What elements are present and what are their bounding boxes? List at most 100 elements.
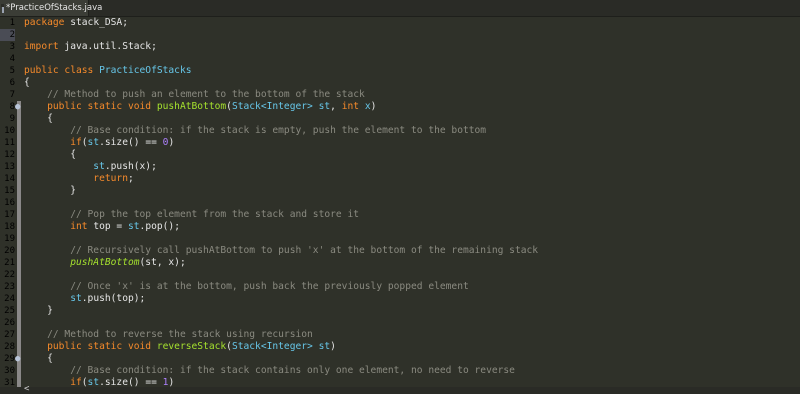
parameter: st [312,101,331,112]
variable: st [127,221,140,232]
method-call: pushAtBottom [24,257,140,268]
line-number: 27 [4,330,15,340]
line-number: 1 [9,18,15,28]
code-line: } [24,305,53,316]
code-text: ) [330,341,336,352]
code-line: { [24,77,30,88]
code-comment: // Method to reverse the stack using rec… [24,329,313,340]
method-name: reverseStack [151,341,227,352]
line-number: 24 [4,294,15,304]
tab-practice-of-stacks[interactable]: *PracticeOfStacks.java [0,0,102,16]
line-number: 14 [4,174,15,184]
line-number: 9 [9,114,15,124]
code-text: ) [370,101,377,112]
type-name: Stack<Integer> [231,341,313,352]
code-text: stack_DSA; [64,17,128,28]
line-number: 29 [4,354,15,364]
parameter: x [359,101,371,112]
code-comment: // Pop the top element from the stack an… [24,209,360,220]
code-line: return; [24,173,134,185]
line-number: 3 [9,42,15,52]
code-line: { [24,149,76,160]
line-number-gutter[interactable]: 1 2 3 4 5 6 7 8 9 10 11 12 13 14 15 16 1… [0,17,21,388]
code-line: public static void reverseStack(Stack<In… [24,341,336,353]
line-number: 25 [4,306,15,316]
code-text: .size() == [99,137,163,148]
editor-tab-bar: *PracticeOfStacks.java [0,0,800,17]
keyword: int [341,101,360,112]
line-number: 23 [4,282,15,292]
method-name: pushAtBottom [151,101,227,112]
line-number: 2 [0,29,15,41]
keyword: int [24,221,88,232]
variable: st [87,137,100,148]
line-number: 17 [4,210,15,220]
code-line: } [24,185,76,196]
line-number: 26 [4,318,15,328]
code-line: pushAtBottom(st, x); [24,257,186,269]
code-text: .pop(); [139,221,180,232]
code-comment: // Method to push an element to the bott… [24,89,365,100]
keyword: if [24,137,82,148]
line-number: 6 [9,78,15,88]
line-number: 15 [4,186,15,196]
line-number: 4 [9,54,15,64]
class-name: PracticeOfStacks [93,65,192,76]
code-line: int top = st.pop(); [24,221,180,233]
code-line: st.push(x); [24,161,157,173]
line-number: 13 [4,162,15,172]
keyword: import [24,41,59,52]
line-number: 8 [9,102,15,112]
code-line: st.push(top); [24,293,145,305]
line-number: 12 [4,150,15,160]
parameter: st [312,341,331,352]
code-text: top = [87,221,128,232]
fold-region-marker [17,101,21,341]
line-number: 20 [4,246,15,256]
scroll-left-icon[interactable]: < [24,385,29,394]
override-marker-icon: ● [15,102,21,112]
code-line: import java.util.Stack; [24,41,157,53]
fold-region-marker [17,341,21,387]
variable: st [24,161,105,172]
line-number: 22 [4,270,15,280]
line-number: 21 [4,258,15,268]
line-number: 16 [4,198,15,208]
variable: st [24,293,82,304]
keyword: public static void [24,341,152,352]
line-number: 19 [4,234,15,244]
code-text: java.util.Stack; [58,41,157,52]
line-number: 28 [4,342,15,352]
code-comment: // Recursively call pushAtBottom to push… [24,245,539,256]
code-text: ) [168,137,175,148]
code-line: package stack_DSA; [24,17,128,29]
code-text: (st, x); [139,257,186,268]
line-number: 10 [4,126,15,136]
code-comment: // Base condition: if the stack is empty… [24,125,487,136]
line-number: 30 [4,366,15,376]
line-number: 11 [4,138,15,148]
code-text: .push(x); [104,161,157,172]
code-comment: // Once 'x' is at the bottom, push back … [24,281,469,292]
line-number: 18 [4,222,15,232]
keyword: package [24,17,65,28]
horizontal-scrollbar[interactable]: < [0,385,800,394]
code-line: public class PracticeOfStacks [24,65,192,77]
type-name: Stack<Integer> [231,101,313,112]
code-text: ; [127,173,134,184]
code-text: , [330,101,342,112]
keyword: public class [24,65,94,76]
tab-label: *PracticeOfStacks.java [6,3,103,13]
keyword: public static void [24,101,152,112]
keyword: return [24,173,128,184]
line-number: 7 [9,90,15,100]
code-line: public static void pushAtBottom(Stack<In… [24,101,376,113]
java-file-icon [1,3,4,13]
override-marker-icon: ● [15,354,21,364]
code-line: if(st.size() == 0) [24,137,174,149]
line-number: 5 [9,66,15,76]
code-line: { [24,353,53,364]
code-text: .push(top); [81,293,146,304]
code-editor[interactable]: package stack_DSA; import java.util.Stac… [24,17,800,388]
code-comment: // Base condition: if the stack contains… [24,365,515,376]
